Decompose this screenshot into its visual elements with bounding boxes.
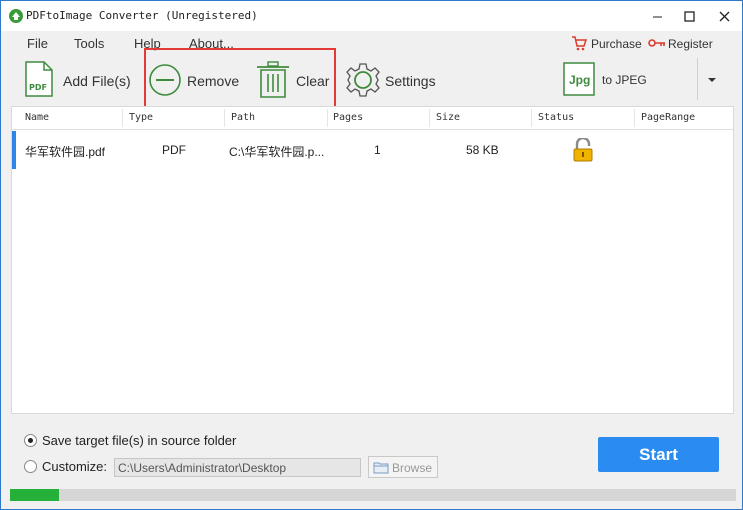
svg-text:PDF: PDF	[29, 83, 47, 92]
jpg-icon-text: Jpg	[569, 73, 591, 87]
close-icon	[719, 11, 730, 22]
toolbar-divider	[697, 58, 698, 100]
maximize-button[interactable]	[672, 1, 706, 31]
column-divider[interactable]	[224, 109, 225, 127]
app-window: PDFtoImage Converter (Unregistered) File…	[0, 0, 743, 510]
folder-icon	[373, 462, 389, 474]
settings-label: Settings	[385, 73, 436, 89]
list-header: Name Type Path Pages Size Status PageRan…	[12, 107, 733, 130]
register-label: Register	[668, 37, 713, 51]
column-divider[interactable]	[122, 109, 123, 127]
column-type[interactable]: Type	[129, 112, 153, 123]
key-icon	[648, 39, 665, 47]
column-divider[interactable]	[531, 109, 532, 127]
cell-pages: 1	[374, 143, 381, 157]
shopping-cart-icon	[572, 36, 587, 51]
output-path-field[interactable]	[114, 458, 361, 477]
customize-label[interactable]: Customize:	[42, 459, 107, 474]
file-list[interactable]: Name Type Path Pages Size Status PageRan…	[11, 106, 734, 414]
format-dropdown-button[interactable]	[703, 71, 721, 87]
row-selection-marker	[12, 131, 16, 169]
settings-button[interactable]: Settings	[346, 56, 438, 102]
progress-bar	[10, 489, 736, 501]
table-row[interactable]: 华军软件园.pdf PDF C:\华军软件园.p... 1 58 KB	[12, 131, 733, 169]
add-files-label: Add File(s)	[63, 73, 131, 89]
column-size[interactable]: Size	[436, 112, 460, 123]
column-name[interactable]: Name	[25, 112, 49, 123]
column-status[interactable]: Status	[538, 112, 574, 123]
minimize-button[interactable]	[640, 1, 674, 31]
maximize-icon	[684, 11, 695, 22]
save-source-label[interactable]: Save target file(s) in source folder	[42, 433, 236, 448]
progress-fill	[10, 489, 60, 501]
browse-label: Browse	[392, 461, 433, 475]
start-button[interactable]: Start	[598, 437, 719, 472]
close-button[interactable]	[707, 1, 741, 31]
chevron-down-icon	[708, 78, 716, 82]
title-bar: PDFtoImage Converter (Unregistered)	[1, 1, 742, 31]
cell-type: PDF	[162, 143, 186, 157]
unlocked-padlock-icon	[573, 136, 593, 165]
browse-button[interactable]: Browse	[368, 456, 438, 478]
column-divider[interactable]	[327, 109, 328, 127]
highlight-box	[144, 48, 336, 110]
cell-name: 华军软件园.pdf	[25, 145, 106, 159]
save-source-radio[interactable]	[24, 434, 37, 447]
add-files-button[interactable]: PDF Add File(s)	[23, 56, 131, 102]
window-title: PDFtoImage Converter (Unregistered)	[26, 9, 258, 22]
column-divider[interactable]	[429, 109, 430, 127]
gear-icon	[346, 63, 380, 97]
minimize-icon	[653, 16, 662, 18]
customize-radio[interactable]	[24, 460, 37, 473]
column-pages[interactable]: Pages	[333, 112, 363, 123]
purchase-label: Purchase	[591, 37, 642, 51]
menu-tools[interactable]: Tools	[74, 36, 104, 51]
pdf-file-icon: PDF	[25, 61, 53, 97]
column-pagerange[interactable]: PageRange	[641, 112, 695, 123]
cell-path: C:\华军软件园.p...	[229, 145, 325, 159]
format-label: to JPEG	[602, 73, 647, 87]
toolbar: PDF Add File(s) Remove Clear Settings Jp…	[1, 56, 742, 102]
menu-file[interactable]: File	[27, 36, 48, 51]
column-divider[interactable]	[634, 109, 635, 127]
column-path[interactable]: Path	[231, 112, 255, 123]
cell-size: 58 KB	[466, 143, 499, 157]
app-logo-icon	[8, 8, 24, 24]
format-selector[interactable]: Jpg to JPEG	[563, 56, 673, 102]
